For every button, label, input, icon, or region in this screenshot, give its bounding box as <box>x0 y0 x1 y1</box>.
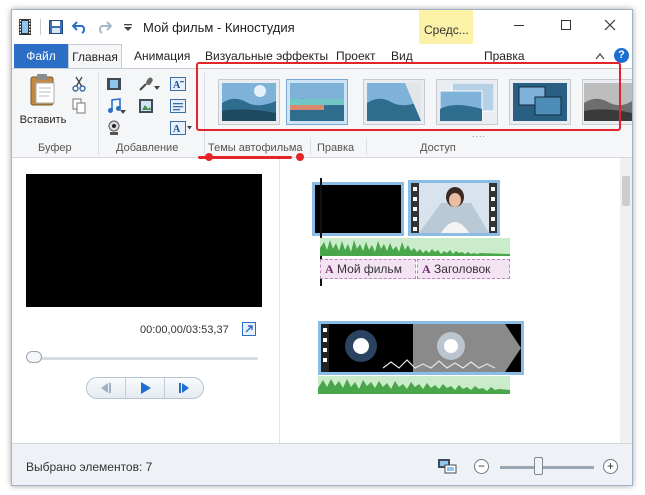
group-label-clipboard: Буфер <box>38 142 72 154</box>
maximize-icon <box>561 20 571 30</box>
context-tab-group-label: Средс... <box>419 10 473 47</box>
paste-button[interactable]: Вставить <box>18 73 68 133</box>
themes-highlight-box <box>196 62 621 131</box>
webcam-icon[interactable] <box>105 119 123 137</box>
paste-icon <box>30 74 55 106</box>
copy-icon[interactable] <box>70 97 88 115</box>
waveform <box>320 240 510 256</box>
video-preview[interactable] <box>26 174 262 307</box>
undo-icon[interactable] <box>71 18 89 36</box>
zoom-slider-track[interactable] <box>500 466 594 469</box>
title-clip[interactable] <box>312 182 404 236</box>
group-label-share: Доступ <box>420 142 456 154</box>
zoom-in-button[interactable]: + <box>603 459 618 474</box>
svg-text:A: A <box>173 80 181 91</box>
storyboard: A Мой фильм A Заголовок <box>280 158 620 443</box>
scroll-thumb[interactable] <box>622 176 630 206</box>
help-icon[interactable]: ? <box>614 48 629 63</box>
next-frame-icon <box>179 383 189 393</box>
fullscreen-icon <box>245 325 253 333</box>
add-video-icon[interactable] <box>105 75 123 93</box>
save-icon[interactable] <box>47 18 65 36</box>
cut-icon[interactable] <box>70 75 88 93</box>
play-button[interactable] <box>125 378 165 398</box>
close-icon <box>604 19 616 31</box>
playback-controls <box>86 377 204 399</box>
group-separator <box>310 139 311 155</box>
caption-text: Мой фильм <box>337 262 402 276</box>
group-label-add: Добавление <box>116 142 179 154</box>
status-bar: Выбрано элементов: 7 − + <box>12 443 632 485</box>
tab-animation[interactable]: Анимация <box>134 44 190 68</box>
narration-dropdown-icon[interactable] <box>152 79 162 97</box>
vertical-scrollbar[interactable] <box>620 158 632 443</box>
close-button[interactable] <box>587 10 632 40</box>
film-icon <box>16 18 34 36</box>
clip-thumbnail <box>321 324 521 372</box>
qat-separator <box>40 19 41 35</box>
group-separator <box>366 139 367 155</box>
play-icon <box>141 382 151 394</box>
redo-icon[interactable] <box>95 18 113 36</box>
next-frame-button[interactable] <box>165 378 203 398</box>
add-caption-icon[interactable] <box>169 97 187 115</box>
svg-text:A: A <box>173 124 181 135</box>
video-clip-1[interactable] <box>408 180 500 236</box>
minimize-button[interactable] <box>496 10 542 40</box>
clip-thumbnail <box>411 183 497 233</box>
fullscreen-button[interactable] <box>242 322 256 336</box>
zoom-slider-thumb[interactable] <box>534 457 543 475</box>
seek-bar[interactable] <box>30 357 258 360</box>
add-credits-icon[interactable]: A <box>169 119 193 137</box>
audio-waveform-2[interactable] <box>318 376 510 394</box>
thumbnail-size-icon[interactable] <box>436 457 458 475</box>
title-bar: Мой фильм - Киностудия Средс... <box>12 10 632 47</box>
timecode: 00:00,00/03:53,37 <box>140 324 229 336</box>
window-title: Мой фильм - Киностудия <box>143 20 295 35</box>
tab-home[interactable]: Главная <box>68 44 122 68</box>
video-clip-2[interactable] <box>318 321 524 375</box>
paste-label: Вставить <box>19 114 67 126</box>
tab-file[interactable]: Файл <box>14 44 68 68</box>
underline-dot-left <box>205 153 213 161</box>
quick-access-toolbar <box>16 18 137 36</box>
caption-glyph: A <box>422 262 431 276</box>
group-label-themes: Темы автофильма <box>208 142 303 154</box>
minimize-icon <box>514 25 524 26</box>
caption-text: Заголовок <box>434 262 491 276</box>
seek-thumb[interactable] <box>26 351 42 363</box>
underline-dot-right <box>296 153 304 161</box>
selection-count: Выбрано элементов: 7 <box>26 460 153 474</box>
customize-dropdown-icon[interactable] <box>119 18 137 36</box>
previous-frame-button[interactable] <box>87 378 125 398</box>
preview-pane: 00:00,00/03:53,37 <box>12 158 280 443</box>
group-label-edit: Правка <box>317 142 355 154</box>
caption-glyph: A <box>325 262 334 276</box>
waveform <box>318 379 510 394</box>
zoom-out-button[interactable]: − <box>474 459 489 474</box>
caption-2[interactable]: A Заголовок <box>417 259 510 279</box>
maximize-button[interactable] <box>543 10 589 40</box>
snapshot-icon[interactable] <box>137 97 155 115</box>
add-title-icon[interactable]: A <box>169 75 187 93</box>
caption-1[interactable]: A Мой фильм <box>320 259 416 279</box>
previous-frame-icon <box>101 383 111 393</box>
main-area: 00:00,00/03:53,37 A Мой фильм A Заголово… <box>12 158 632 443</box>
audio-waveform-1[interactable] <box>320 238 510 256</box>
collapse-ribbon-icon[interactable] <box>595 49 605 63</box>
group-separator <box>98 73 99 155</box>
